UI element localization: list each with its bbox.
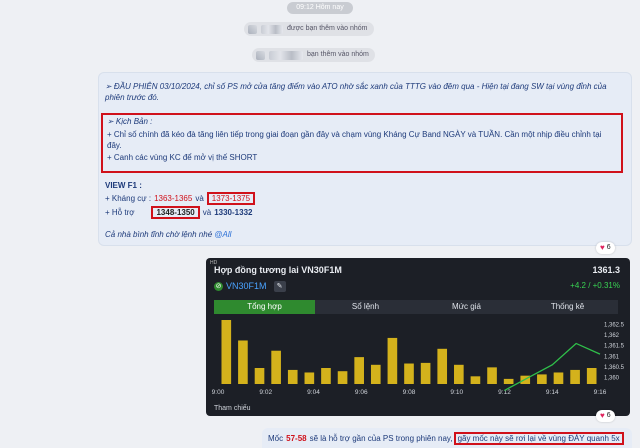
heart-icon: ♥: [600, 243, 605, 252]
y-tick-label: 1,361.5: [604, 344, 625, 350]
edit-icon[interactable]: ✎: [273, 280, 286, 292]
bottom-text-mid: sẽ là hỗ trợ gần của PS trong phiên nay,: [309, 433, 453, 443]
bottom-highlight: 57-58: [286, 433, 307, 443]
blurred-avatar: [256, 50, 265, 60]
volume-bar: [354, 357, 364, 384]
chart-price: 1361.3: [592, 265, 620, 275]
volume-bar: [420, 362, 431, 384]
x-tick-label: 9:14: [546, 389, 559, 396]
volume-bar: [454, 364, 464, 384]
tab-muc-gia[interactable]: Mức giá: [416, 300, 517, 314]
message-headline: ➢ ĐẦU PHIÊN 03/10/2024, chỉ số PS mở cửa…: [105, 82, 607, 102]
futures-chart-card[interactable]: HD Hợp đồng tương lai VN30F1M 1361.3 ⊘ V…: [206, 258, 630, 416]
volume-bar: [586, 368, 597, 384]
bottom-boxed-text: gãy mốc này sẽ rơi lại về vùng ĐÁY quanh…: [453, 431, 624, 445]
volume-bar: [470, 376, 481, 384]
support-and: và: [202, 207, 212, 217]
system-message: được bạn thêm vào nhóm: [244, 22, 374, 36]
y-tick-label: 1,362: [604, 333, 620, 339]
volume-bar: [537, 374, 547, 384]
volume-bar: [570, 369, 580, 384]
chart-title: Hợp đồng tương lai VN30F1M: [214, 265, 342, 275]
link-icon: ⊘: [214, 281, 223, 291]
volume-bar: [387, 337, 398, 384]
scenario-box: ➢ Kịch Bản : + Chỉ số chính đã kéo đà tă…: [101, 113, 623, 173]
system-message: bạn thêm vào nhóm: [252, 48, 375, 62]
support-row: + Hỗ trợ 1348-1350 và 1330-1332: [105, 205, 253, 219]
symbol-row: ⊘ VN30F1M ✎: [214, 280, 286, 292]
resistance-and: và: [195, 193, 204, 203]
support-label: + Hỗ trợ: [105, 207, 135, 217]
resistance-row: + Kháng cự : 1363-1365 và 1373-1375: [105, 191, 256, 205]
reaction-badge[interactable]: ♥ 6: [596, 410, 615, 422]
blurred-avatar: [248, 24, 257, 34]
volume-bar: [487, 367, 497, 384]
system-message-text: được bạn thêm vào nhóm: [287, 25, 368, 32]
closing-text-body: Cả nhà bình tĩnh chờ lệnh nhé: [105, 230, 213, 239]
x-tick-label: 9:10: [450, 389, 463, 396]
x-tick-label: 9:06: [355, 389, 368, 396]
bottom-message-text: Mốc 57-58 sẽ là hỗ trợ gần của PS trong …: [268, 431, 624, 445]
tab-tong-hop[interactable]: Tổng hợp: [214, 300, 315, 314]
x-tick-label: 9:04: [307, 389, 320, 396]
view-title: VIEW F1 :: [105, 181, 142, 190]
price-line: [504, 342, 601, 391]
x-tick-label: 9:08: [403, 389, 416, 396]
support-value-2: 1330-1332: [214, 207, 253, 217]
blurred-name: [261, 24, 283, 34]
message-bubble[interactable]: ➢ ĐẦU PHIÊN 03/10/2024, chỉ số PS mở cửa…: [98, 72, 632, 246]
scenario-line-2: + Canh các vùng KC để mở vị thế SHORT: [107, 153, 258, 162]
reaction-count: 6: [606, 244, 611, 251]
chart-tabs: Tổng hợp Sổ lệnh Mức giá Thống kê: [214, 300, 618, 314]
volume-bar: [271, 350, 281, 384]
heart-icon: ♥: [600, 411, 605, 420]
symbol-label[interactable]: VN30F1M: [226, 281, 267, 291]
chart-change: +4.2 / +0.31%: [570, 281, 620, 290]
volume-bar: [304, 372, 315, 384]
x-tick-label: 9:16: [594, 389, 607, 396]
x-tick-label: 9:00: [212, 389, 225, 396]
volume-bar: [337, 371, 348, 384]
volume-bar: [404, 363, 414, 384]
volume-bar: [503, 378, 514, 384]
scenario-line-1: + Chỉ số chính đã kéo đà tăng liên tiếp …: [107, 130, 602, 150]
reaction-count: 6: [606, 412, 611, 419]
resistance-value-2: 1373-1375: [206, 191, 256, 205]
intraday-chart: 1,362.5 1,362 1,361.5 1,361 1,360.5 1,360 9:00…: [212, 320, 625, 396]
closing-text: Cả nhà bình tĩnh chờ lệnh nhé @All: [105, 230, 231, 239]
resistance-label: + Kháng cự :: [105, 193, 152, 203]
timestamp-pill: 09:12 Hôm nay: [287, 2, 353, 14]
tab-thong-ke[interactable]: Thống kê: [517, 300, 618, 314]
y-tick-label: 1,362.5: [604, 322, 625, 328]
mention-all[interactable]: @All: [214, 230, 231, 239]
reaction-badge[interactable]: ♥ 6: [596, 242, 615, 254]
volume-bar: [254, 368, 265, 384]
volume-bar: [437, 348, 448, 384]
resistance-value-1: 1363-1365: [154, 193, 193, 203]
system-message-text: bạn thêm vào nhóm: [307, 51, 369, 58]
volume-bar: [287, 369, 298, 384]
blurred-name: [269, 50, 303, 60]
scenario-title: ➢ Kịch Bản :: [107, 117, 153, 126]
bottom-text-start: Mốc: [268, 433, 284, 443]
x-tick-label: 9:02: [259, 389, 272, 396]
volume-bar: [321, 368, 331, 384]
y-tick-label: 1,360: [604, 376, 620, 382]
chart-footer: Tham chiếu: [214, 405, 251, 412]
volume-bar: [238, 340, 248, 384]
volume-bar: [553, 372, 564, 384]
y-tick-label: 1,361: [604, 354, 620, 360]
volume-bar: [370, 364, 381, 384]
tab-so-lenh[interactable]: Sổ lệnh: [315, 300, 416, 314]
volume-bar: [221, 320, 232, 384]
support-value-1: 1348-1350: [151, 205, 200, 219]
y-tick-label: 1,360.5: [604, 365, 625, 371]
message-bubble[interactable]: Mốc 57-58 sẽ là hỗ trợ gần của PS trong …: [262, 428, 632, 448]
